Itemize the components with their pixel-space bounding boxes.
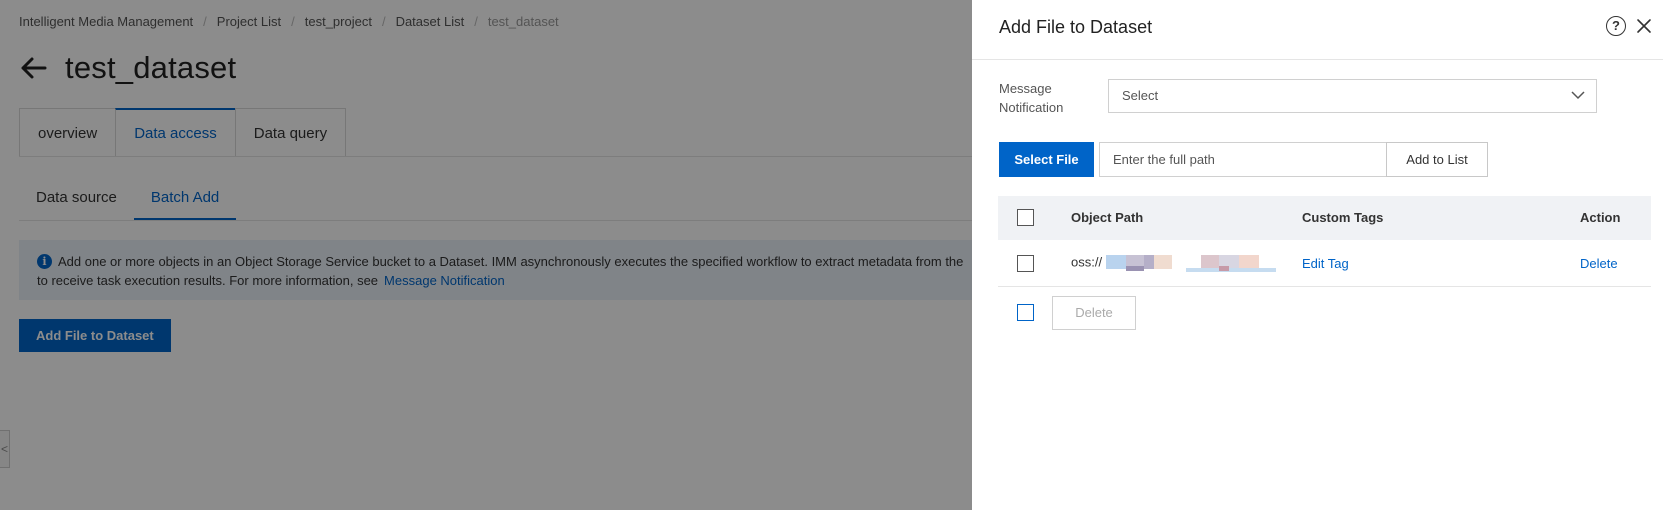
help-icon[interactable]: ? [1606,16,1626,36]
column-custom-tags: Custom Tags [1302,210,1384,225]
edit-tag-link[interactable]: Edit Tag [1302,256,1349,271]
full-path-input[interactable]: Enter the full path [1099,142,1386,177]
drawer-title: Add File to Dataset [999,17,1153,37]
select-placeholder: Select [1122,88,1159,103]
chevron-down-icon [1571,91,1585,100]
object-path-cell: oss:// [1071,254,1286,272]
table-header: Object Path Custom Tags Action [998,196,1651,240]
drawer-header: Add File to Dataset ? [972,0,1663,60]
file-table: Object Path Custom Tags Action oss:// Ed… [998,196,1651,287]
footer-select-all-checkbox[interactable] [1017,304,1034,321]
select-all-checkbox[interactable] [1017,209,1034,226]
column-action: Action [1580,210,1621,225]
message-notification-label: Message Notification [999,81,1064,115]
modal-overlay[interactable] [0,0,972,510]
table-row: oss:// Edit Tag Delete [998,240,1651,287]
select-file-button[interactable]: Select File [999,142,1094,177]
delete-row-link[interactable]: Delete [1580,256,1618,271]
add-to-list-button[interactable]: Add to List [1386,142,1488,177]
bulk-delete-button[interactable]: Delete [1052,296,1136,330]
column-object-path: Object Path [1071,210,1144,225]
redacted-path-image [1105,255,1276,272]
object-path-prefix: oss:// [1071,254,1103,270]
row-checkbox[interactable] [1017,255,1034,272]
add-file-drawer: Add File to Dataset ? Message Notificati… [972,0,1663,510]
close-icon[interactable] [1635,17,1653,35]
message-notification-select[interactable]: Select [1108,79,1597,113]
